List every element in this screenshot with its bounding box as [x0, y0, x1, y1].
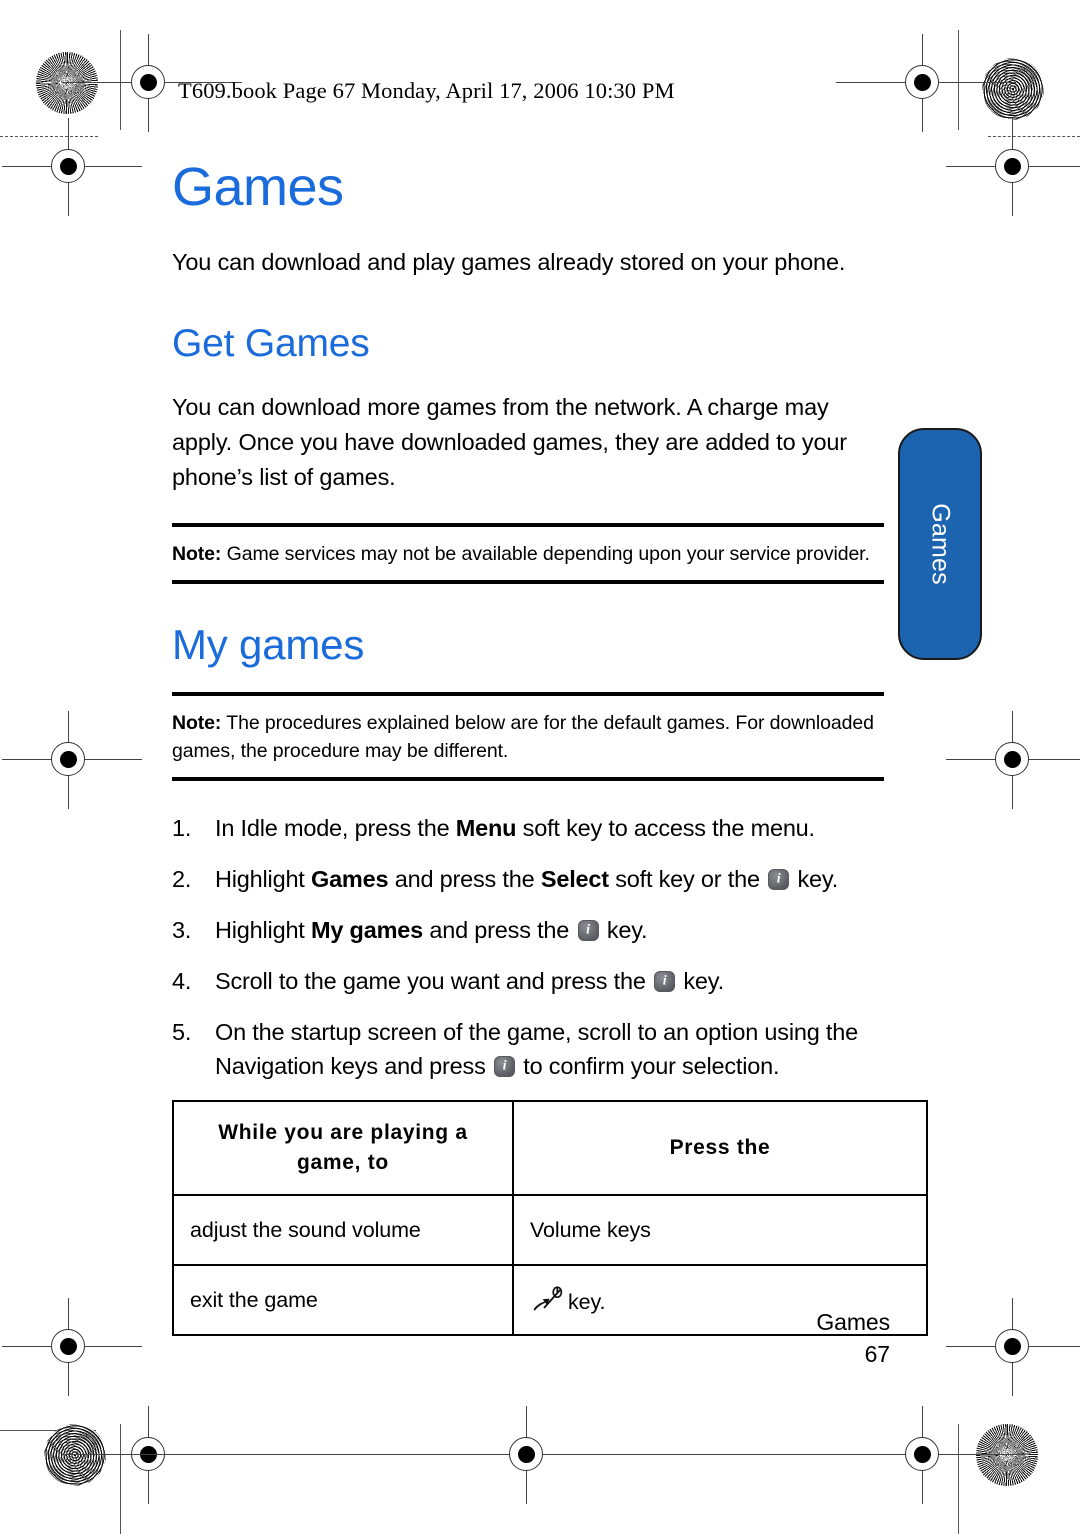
note-my-games: Note: The procedures explained below are…	[172, 709, 884, 765]
page-content: Games You can download and play games al…	[172, 157, 928, 1336]
registration-crosshair-bottom-center	[120, 1406, 940, 1504]
intro-paragraph: You can download and play games already …	[172, 249, 846, 275]
registration-crosshair-top-right	[836, 34, 1016, 132]
registration-crosshair-right-middle	[946, 711, 1080, 809]
registration-crosshair-left-upper	[2, 118, 142, 216]
step-number: 1.	[172, 815, 192, 841]
crop-dash-top-left	[0, 136, 98, 137]
crop-line-top-right-vertical	[958, 30, 960, 130]
procedure-steps: 1. In Idle mode, press the Menu soft key …	[172, 811, 884, 1083]
registration-crosshair-top-left	[62, 34, 242, 132]
note-rule-top-1	[172, 523, 884, 527]
note-label-2: Note:	[172, 712, 222, 734]
step-text: Scroll to the game you want and press th…	[215, 968, 724, 994]
note-rule-bottom-1	[172, 580, 884, 584]
registration-crosshair-left-middle	[2, 711, 142, 809]
note-text-1: Game services may not be available depen…	[226, 543, 870, 565]
registration-crosshair-bottom-right	[836, 1406, 1026, 1504]
step-text: Highlight My games and press the key.	[215, 917, 648, 943]
select-key-icon	[493, 1056, 515, 1077]
side-tab-label: Games	[926, 503, 955, 585]
page-title: Games	[172, 157, 344, 217]
end-call-icon	[530, 1285, 564, 1314]
select-key-icon	[768, 869, 790, 890]
select-key-icon	[654, 971, 676, 992]
registration-crosshair-right-lower	[946, 1298, 1080, 1396]
procedure-step: 4. Scroll to the game you want and press …	[172, 964, 884, 998]
table-header-row: While you are playing a game, to Press th…	[172, 1100, 928, 1196]
step-number: 5.	[172, 1019, 192, 1045]
footer-page-number: 67	[864, 1341, 890, 1367]
table-header-cell: Press the	[512, 1100, 928, 1196]
note-label-1: Note:	[172, 543, 222, 565]
registration-moire-top-right	[982, 58, 1044, 120]
print-sheet: T609.book Page 67 Monday, April 17, 2006…	[0, 0, 1080, 1534]
heading-get-games: Get Games	[172, 322, 370, 365]
crop-dash-top-right	[988, 136, 1080, 137]
note-text-2: The procedures explained below are for t…	[172, 712, 874, 762]
table-cell-action: exit the game	[172, 1264, 514, 1336]
procedure-step: 1. In Idle mode, press the Menu soft key …	[172, 811, 884, 845]
procedure-step: 2. Highlight Games and press the Select s…	[172, 862, 884, 896]
note-rule-bottom-2	[172, 777, 884, 781]
note-rule-top-2	[172, 692, 884, 696]
table-header-cell: While you are playing a game, to	[172, 1100, 514, 1196]
note-get-games: Note: Game services may not be available…	[172, 540, 884, 568]
table-cell-action: adjust the sound volume	[172, 1194, 514, 1266]
registration-crosshair-left-lower	[2, 1298, 142, 1396]
crop-line-bottom-right-vertical	[958, 1424, 960, 1534]
heading-my-games: My games	[172, 621, 365, 668]
step-emphasis: Menu	[455, 815, 517, 841]
table-row: adjust the sound volume Volume keys	[172, 1194, 928, 1266]
procedure-step: 5. On the startup screen of the game, scr…	[172, 1015, 884, 1083]
step-emphasis: Select	[540, 866, 609, 892]
select-key-icon	[577, 920, 599, 941]
step-emphasis: My games	[310, 917, 424, 943]
step-emphasis: Games	[310, 866, 389, 892]
step-text: Highlight Games and press the Select sof…	[215, 866, 838, 892]
side-tab-games[interactable]: Games	[898, 428, 982, 660]
table-row: exit the game key.	[172, 1264, 928, 1336]
procedure-step: 3. Highlight My games and press the key.	[172, 913, 884, 947]
step-number: 3.	[172, 917, 192, 943]
game-controls-table: While you are playing a game, to Press th…	[172, 1100, 928, 1336]
table-cell-press: Volume keys	[512, 1194, 928, 1266]
page-footer: Games 67	[816, 1306, 890, 1370]
step-text: In Idle mode, press the Menu soft key to…	[215, 815, 815, 841]
get-games-paragraph: You can download more games from the net…	[172, 394, 847, 490]
print-header-text: T609.book Page 67 Monday, April 17, 2006…	[178, 78, 675, 103]
step-number: 4.	[172, 968, 192, 994]
step-text: On the startup screen of the game, scrol…	[215, 1019, 858, 1079]
step-number: 2.	[172, 866, 192, 892]
footer-section: Games	[816, 1309, 890, 1335]
registration-crosshair-right-upper	[946, 118, 1080, 216]
